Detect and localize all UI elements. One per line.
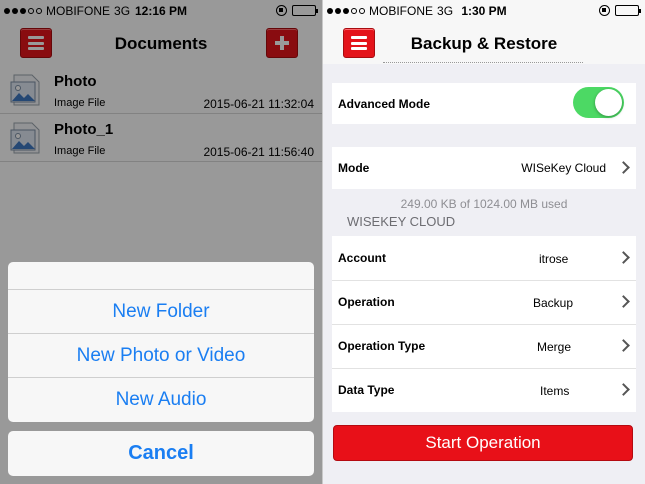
- chevron-right-icon: [617, 383, 630, 396]
- chevron-right-icon: [617, 339, 630, 352]
- data-type-label: Data Type: [338, 383, 395, 397]
- battery-icon: [615, 5, 641, 16]
- mode-row[interactable]: Mode WISeKey Cloud: [332, 147, 636, 189]
- advanced-mode-toggle[interactable]: [573, 87, 624, 118]
- storage-usage-text: 249.00 KB of 1024.00 MB used: [400, 197, 568, 211]
- account-label: Account: [338, 251, 386, 265]
- start-operation-button[interactable]: Start Operation: [333, 425, 633, 461]
- scrolled-content-edge: [383, 62, 583, 65]
- operation-type-row[interactable]: Operation Type Merge: [332, 324, 636, 368]
- operation-type-value: Merge: [537, 340, 572, 354]
- new-folder-option[interactable]: New Folder: [8, 290, 314, 334]
- chevron-right-icon: [617, 295, 630, 308]
- account-value: itrose: [539, 252, 569, 266]
- operation-value: Backup: [533, 296, 574, 310]
- section-header: WISEKEY CLOUD: [347, 214, 456, 229]
- data-type-row[interactable]: Data Type Items: [332, 368, 636, 412]
- chevron-right-icon: [617, 251, 630, 264]
- advanced-mode-label: Advanced Mode: [338, 97, 431, 111]
- status-bar: MOBIFONE 3G 1:30 PM: [323, 0, 645, 22]
- advanced-mode-row: Advanced Mode: [332, 83, 636, 124]
- operation-label: Operation: [338, 295, 395, 309]
- mode-label: Mode: [338, 161, 370, 175]
- operation-row[interactable]: Operation Backup: [332, 280, 636, 324]
- chevron-right-icon: [617, 161, 630, 174]
- data-type-value: Items: [540, 384, 570, 398]
- documents-screen: MOBIFONE 3G 12:16 PM Documents Photo Ima…: [0, 0, 322, 484]
- carrier-name: MOBIFONE: [369, 4, 434, 18]
- account-row[interactable]: Account itrose: [332, 236, 636, 280]
- rotation-lock-icon: [599, 5, 610, 16]
- action-sheet: New Folder New Photo or Video New Audio: [8, 262, 314, 422]
- settings-group: Account itrose Operation Backup Operatio…: [332, 236, 636, 412]
- nav-bar: Backup & Restore: [323, 22, 645, 64]
- mode-value: WISeKey Cloud: [521, 161, 606, 175]
- signal-strength-icon: [327, 8, 365, 14]
- new-photo-or-video-option[interactable]: New Photo or Video: [8, 334, 314, 378]
- cancel-button[interactable]: Cancel: [8, 431, 314, 476]
- network-type: 3G: [437, 4, 454, 18]
- page-title: Backup & Restore: [410, 34, 558, 53]
- new-audio-option[interactable]: New Audio: [8, 378, 314, 422]
- backup-restore-screen: MOBIFONE 3G 1:30 PM Backup & Restore Adv…: [323, 0, 645, 484]
- toggle-knob: [595, 89, 622, 116]
- operation-type-label: Operation Type: [338, 339, 426, 353]
